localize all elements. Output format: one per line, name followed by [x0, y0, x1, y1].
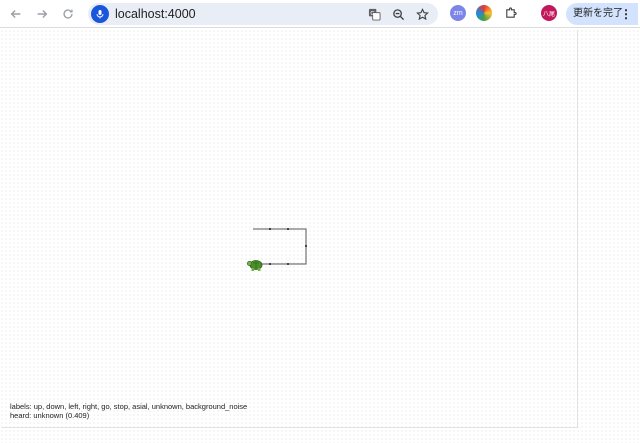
extensions-puzzle-icon[interactable]: [502, 5, 518, 21]
translate-icon: G: [368, 8, 381, 21]
browser-toolbar: localhost:4000 G zm 八尾 更新を完了 ⋮: [0, 0, 640, 28]
bookmark-button[interactable]: [414, 6, 430, 22]
profile-avatar[interactable]: 八尾: [541, 5, 557, 21]
labels-text: labels: up, down, left, right, go, stop,…: [10, 402, 248, 411]
address-bar[interactable]: localhost:4000 G: [88, 3, 438, 25]
translate-button[interactable]: G: [366, 6, 382, 22]
zoom-button[interactable]: [390, 6, 406, 22]
url-text[interactable]: localhost:4000: [115, 6, 196, 22]
svg-text:G: G: [370, 10, 374, 16]
turtle-path: [253, 228, 307, 265]
zoom-extension-icon[interactable]: zm: [450, 5, 466, 21]
reload-button[interactable]: [58, 4, 78, 24]
voice-search-button[interactable]: [91, 5, 109, 23]
heard-text: heard: unknown (0.409): [10, 411, 90, 420]
update-button[interactable]: 更新を完了 ⋮: [566, 3, 638, 25]
star-icon: [415, 7, 429, 20]
puzzle-icon: [505, 6, 517, 18]
microphone-icon: [96, 10, 104, 19]
reload-icon: [63, 9, 73, 19]
turtle-drawing: [246, 228, 307, 271]
back-button[interactable]: [6, 4, 26, 24]
kebab-menu-icon[interactable]: ⋮: [620, 3, 632, 25]
recognition-info: labels: up, down, left, right, go, stop,…: [10, 402, 247, 420]
arrow-left-icon: [10, 10, 21, 18]
color-extension-icon[interactable]: [476, 5, 492, 21]
page-viewport: labels: up, down, left, right, go, stop,…: [0, 29, 640, 443]
turtle-icon: [246, 260, 263, 271]
path-markers: [269, 228, 307, 265]
arrow-right-icon: [37, 10, 48, 18]
forward-button[interactable]: [32, 4, 52, 24]
zoom-icon: [392, 8, 404, 20]
